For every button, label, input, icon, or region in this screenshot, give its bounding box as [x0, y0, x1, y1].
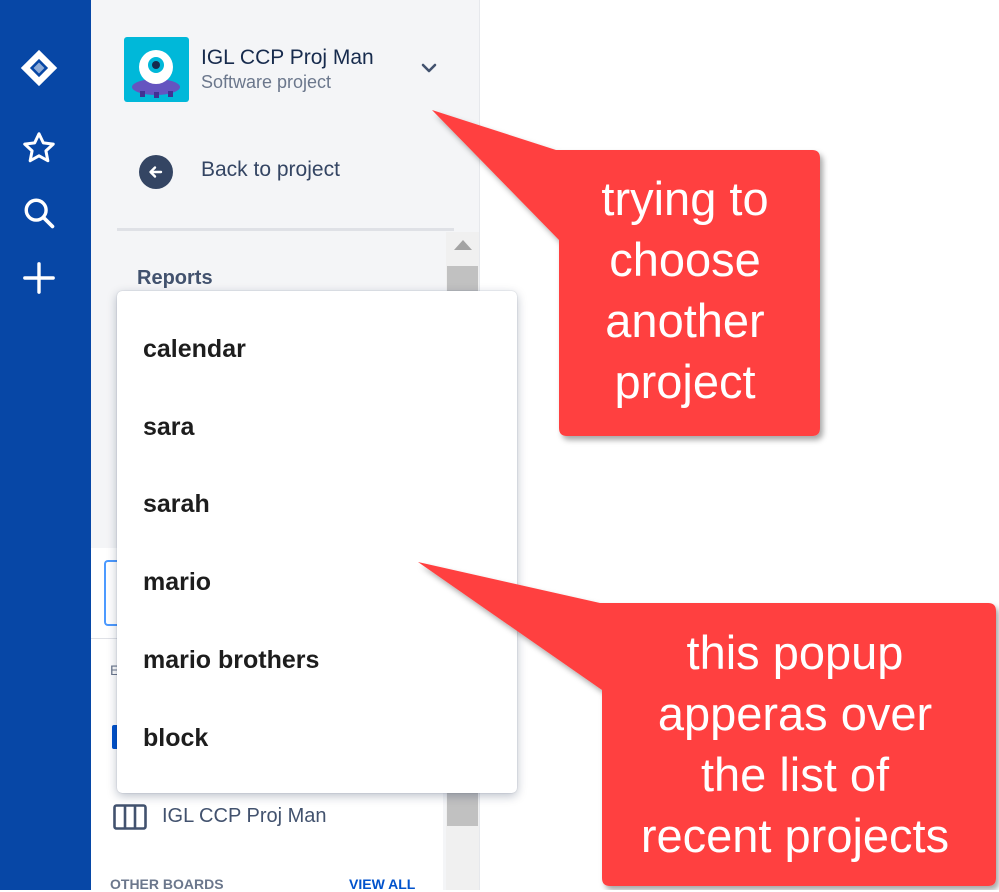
star-icon[interactable] [19, 128, 59, 168]
project-name[interactable]: IGL CCP Proj Man [201, 46, 374, 70]
back-to-project-link[interactable]: Back to project [201, 158, 340, 182]
sidebar-divider [117, 228, 454, 231]
chevron-down-icon[interactable] [419, 58, 439, 78]
popup-item-project[interactable]: sarah [117, 474, 517, 534]
plus-icon[interactable] [19, 258, 59, 298]
popup-item-project[interactable]: mario [117, 552, 517, 612]
popup-item-project[interactable]: mario brothers [117, 630, 517, 690]
search-icon[interactable] [19, 193, 59, 233]
project-avatar[interactable] [124, 37, 189, 102]
jira-logo-icon[interactable] [19, 48, 59, 88]
project-switcher-popup: calendar sara sarah mario mario brothers… [117, 291, 517, 793]
scroll-up-arrow-icon[interactable] [454, 240, 472, 250]
popup-item-project[interactable]: sara [117, 397, 517, 457]
global-nav-rail [0, 0, 91, 890]
callout-text-1: trying to choose another project [601, 172, 769, 408]
back-arrow-icon[interactable] [139, 155, 173, 189]
popup-item-project[interactable]: block [117, 708, 517, 768]
callout-text-2: this popup apperas over the list of recent … [640, 626, 950, 862]
project-type: Software project [201, 72, 332, 92]
board-columns-icon [113, 804, 147, 830]
sidebar-item-reports[interactable]: Reports [137, 267, 213, 290]
board-item-name[interactable]: IGL CCP Proj Man [162, 805, 327, 828]
popup-item-project[interactable]: calendar [117, 319, 517, 379]
